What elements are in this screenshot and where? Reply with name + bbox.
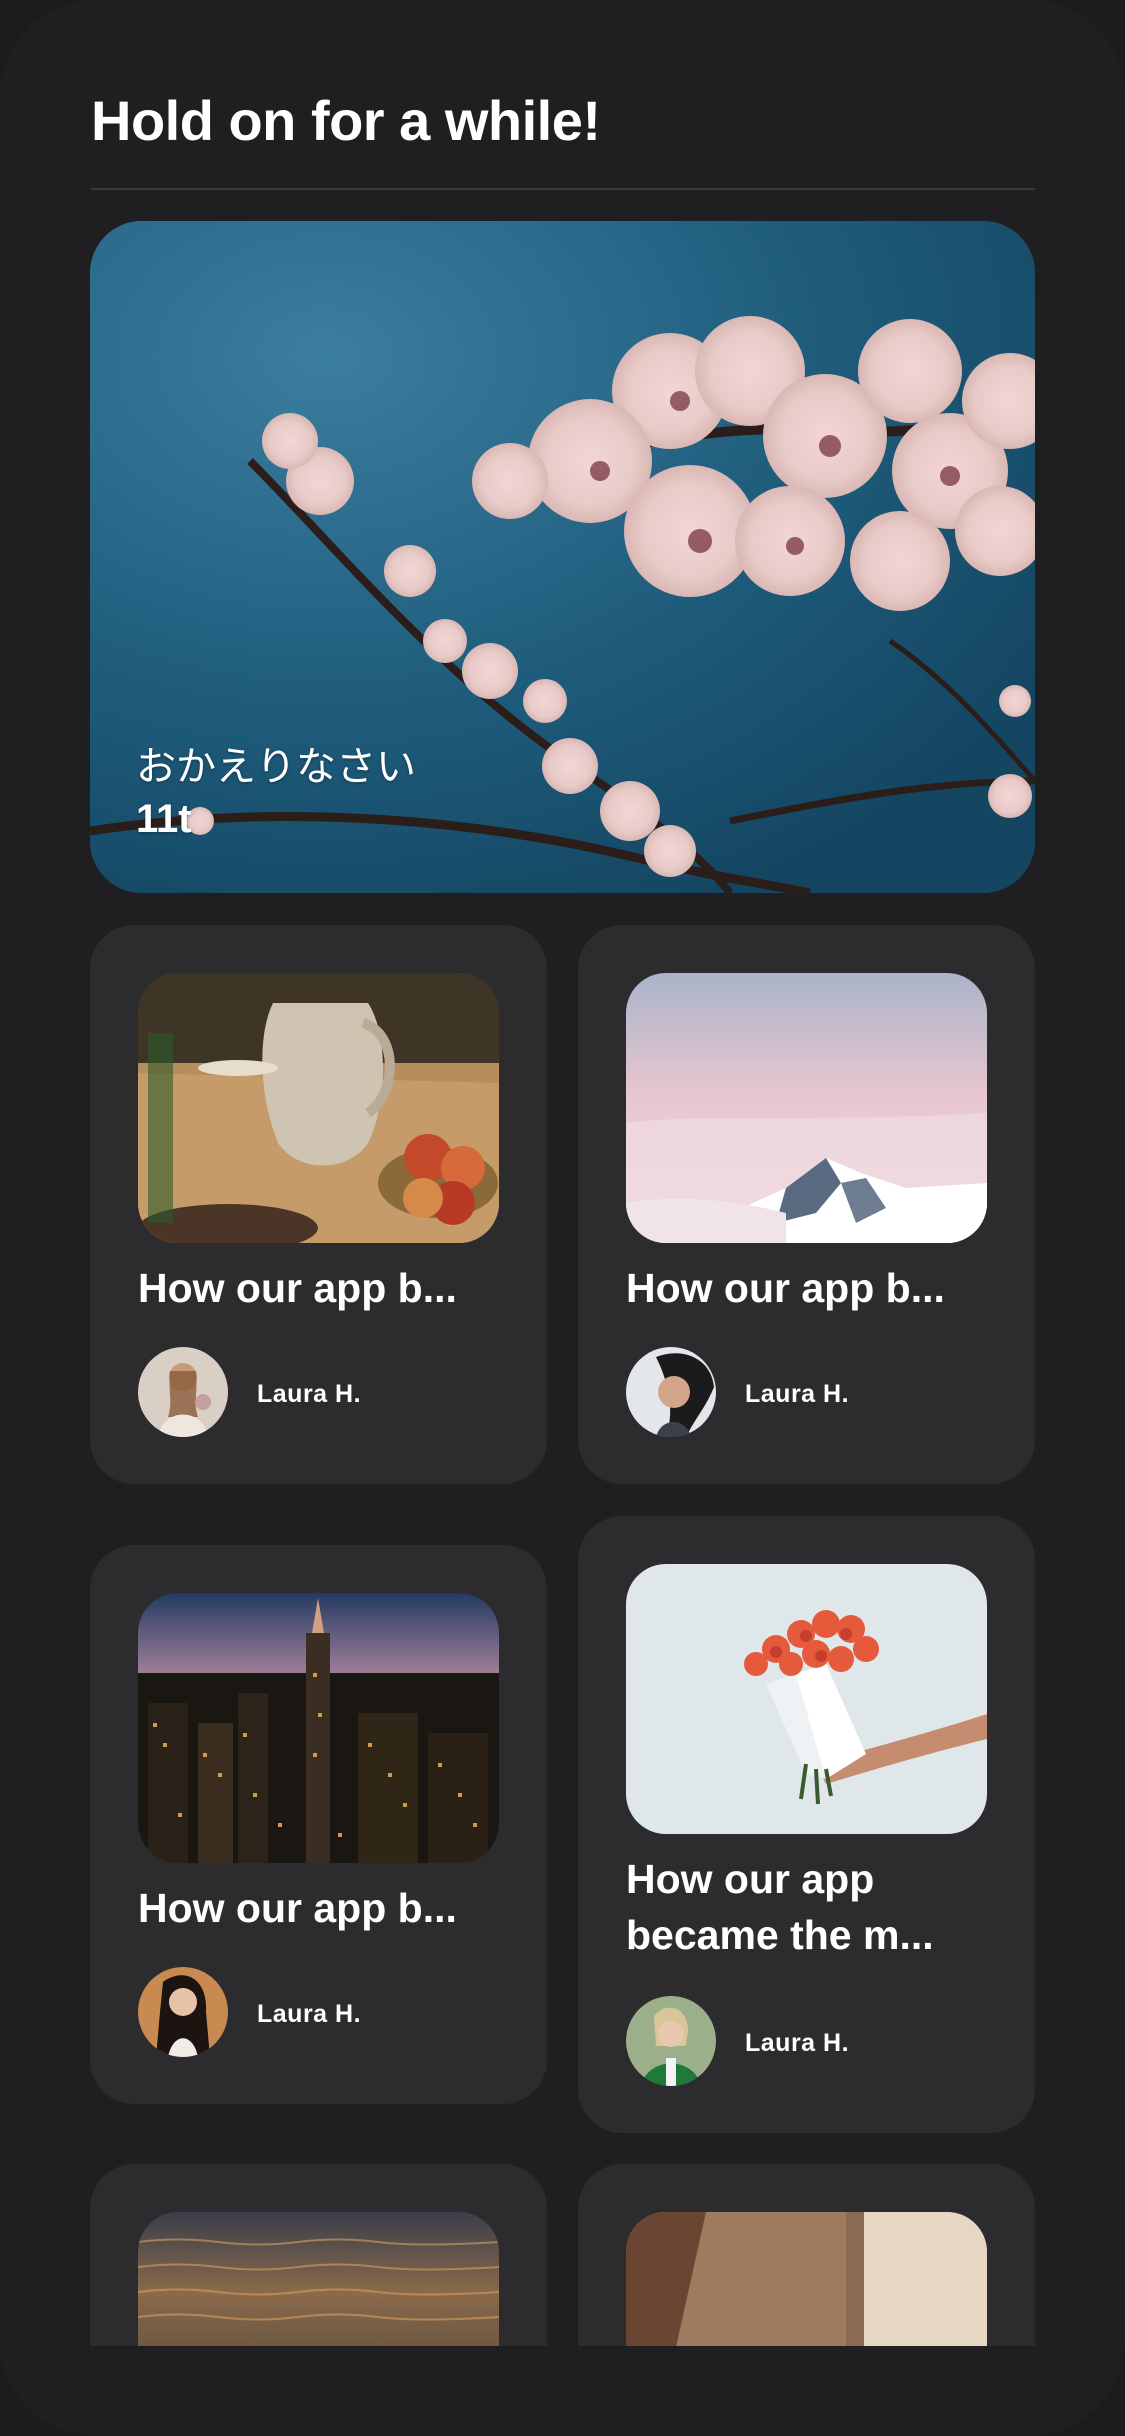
author-name[interactable]: Laura H.	[257, 1380, 361, 1409]
author-avatar[interactable]	[138, 1347, 228, 1437]
hero-caption: おかえりなさい 11t	[136, 741, 416, 845]
author-name[interactable]: Laura H.	[257, 2000, 361, 2029]
author-name[interactable]: Laura H.	[745, 2029, 849, 2058]
article-card[interactable]: How our app became the m... Laura H.	[578, 1516, 1035, 2133]
author-avatar[interactable]	[626, 1347, 716, 1437]
city-night-skyline-image	[138, 1593, 499, 1863]
author-avatar[interactable]	[138, 1967, 228, 2057]
article-card[interactable]: How our app b... Laura H.	[90, 925, 547, 1484]
card-title: How our app b...	[138, 1265, 457, 1311]
hero-caption-subtitle: 11t	[136, 797, 192, 841]
app-screen: Hold on for a while! おかえりなさい 11t How our…	[0, 0, 1125, 2436]
card-title: How our app b...	[626, 1265, 945, 1311]
page-title: Hold on for a while!	[91, 89, 601, 152]
article-card[interactable]: How our app b... Laura H.	[578, 925, 1035, 1484]
flower-bouquet-image	[626, 1564, 987, 1834]
pottery-vase-apples-image	[138, 973, 499, 1243]
card-title: How our app b...	[138, 1885, 457, 1931]
header-divider	[91, 188, 1035, 190]
hero-card[interactable]: おかえりなさい 11t	[90, 221, 1035, 893]
author-avatar[interactable]	[626, 1996, 716, 2086]
bottom-bar-area	[0, 2346, 1125, 2436]
card-title: How our app became the m...	[626, 1856, 934, 1958]
author-name[interactable]: Laura H.	[745, 1380, 849, 1409]
article-card[interactable]: How our app b... Laura H.	[90, 1545, 547, 2104]
snowy-mountain-image	[626, 973, 987, 1243]
hero-caption-title: おかえりなさい	[136, 745, 416, 789]
